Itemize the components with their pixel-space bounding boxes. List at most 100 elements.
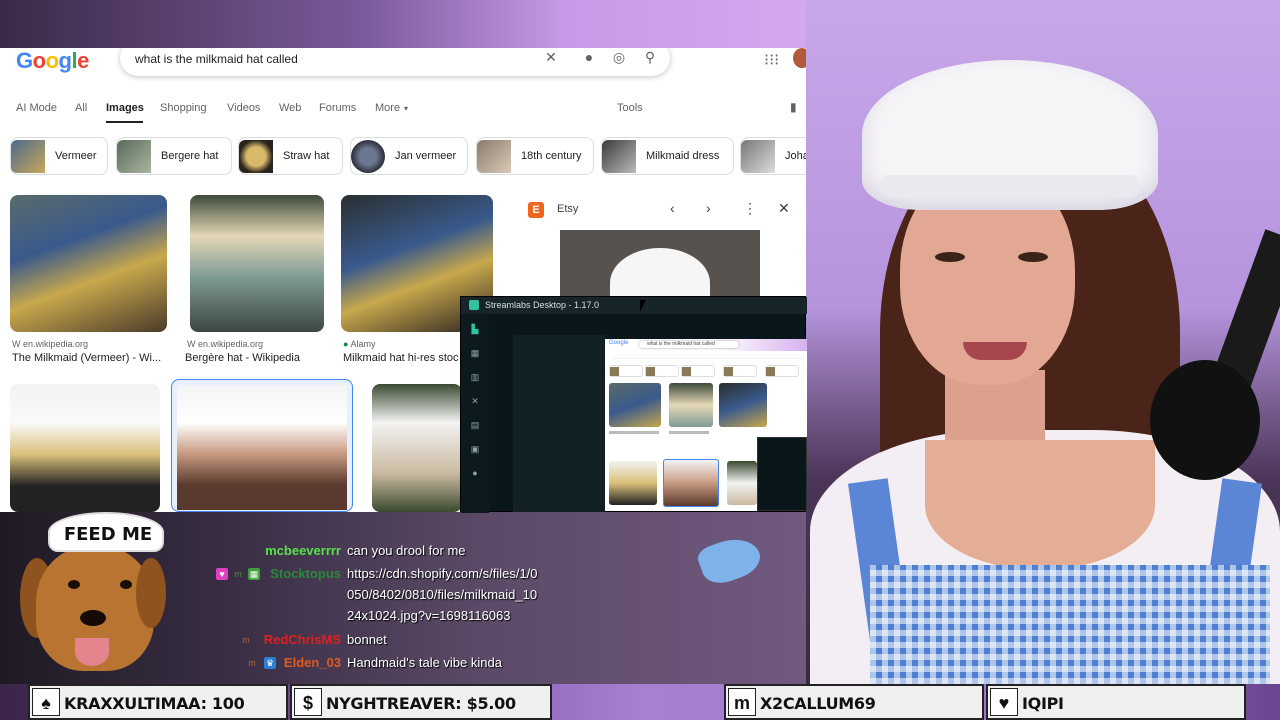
etsy-preview-image[interactable] xyxy=(560,230,760,300)
gingham-dress xyxy=(870,565,1270,684)
google-header: Google what is the milkmaid hat called ✕… xyxy=(0,48,806,90)
chip-18th-century[interactable]: 18th century xyxy=(476,137,594,175)
result-source: W en.wikipedia.org xyxy=(12,339,89,349)
apps-grid-icon[interactable]: ⁝⁝⁝ xyxy=(764,50,779,70)
m-badge-icon: m xyxy=(248,658,256,668)
streamer-chest xyxy=(925,440,1155,570)
tools-icon[interactable]: ✕ xyxy=(469,396,481,406)
chat-message: 050/8402/0810/files/milkmaid_10 xyxy=(200,584,600,606)
chat-text: Handmaid's tale vibe kinda xyxy=(347,655,502,670)
preview-tile xyxy=(609,461,657,505)
chip-bergere-hat[interactable]: Bergere hat xyxy=(116,137,232,175)
preview-chip xyxy=(723,365,757,377)
chat-username: Stocktopus xyxy=(270,566,341,581)
layout-icon[interactable]: ▥ xyxy=(469,372,481,382)
streamlabs-editor-area xyxy=(513,335,605,512)
dog-hat: FEED ME xyxy=(48,512,164,552)
chip-label: Jan vermeer xyxy=(395,150,457,162)
tab-shopping[interactable]: Shopping xyxy=(160,102,207,114)
google-logo[interactable]: Google xyxy=(16,48,89,74)
chip-vermeer[interactable]: Vermeer xyxy=(10,137,108,175)
preview-caption xyxy=(669,431,709,434)
microphone xyxy=(1150,360,1260,480)
result-title[interactable]: Milkmaid hat hi-res stoc xyxy=(343,352,459,364)
chat-text: can you drool for me xyxy=(347,543,466,558)
editor-icon[interactable]: ▙ xyxy=(469,324,481,334)
tab-images[interactable]: Images xyxy=(106,102,144,114)
alert-text: NYGHTREAVER: $5.00 xyxy=(326,694,516,713)
chip-label: Straw hat xyxy=(283,150,330,162)
chip-label: 18th century xyxy=(521,150,582,162)
result-image[interactable] xyxy=(190,195,324,332)
preview-tabs xyxy=(613,353,803,359)
chat-text: 24x1024.jpg?v=1698116063 xyxy=(347,608,511,623)
chip-label: Vermeer xyxy=(55,150,97,162)
next-icon[interactable]: › xyxy=(706,200,711,216)
streamer-mouth xyxy=(963,342,1027,360)
clear-icon[interactable]: ✕ xyxy=(542,49,560,66)
more-options-icon[interactable]: ⋮ xyxy=(743,200,757,217)
etsy-logo-icon: E xyxy=(528,202,544,218)
result-image-bonnet-back[interactable] xyxy=(10,384,160,512)
tab-forums[interactable]: Forums xyxy=(319,102,356,114)
dog-hat-text: FEED ME xyxy=(63,524,153,545)
dog-eye xyxy=(68,580,80,589)
chip-johannes[interactable]: Joha xyxy=(740,137,806,175)
background-strip xyxy=(0,0,806,48)
chip-jan-vermeer[interactable]: Jan vermeer xyxy=(350,137,468,175)
dollar-icon: $ xyxy=(294,688,322,716)
account-avatar[interactable] xyxy=(793,48,806,68)
streamlabs-window: Streamlabs Desktop - 1.17.0 ▙ ▦ ▥ ✕ ▤ ▣ … xyxy=(460,296,807,513)
etsy-source-name[interactable]: Etsy xyxy=(557,203,578,215)
preview-chip xyxy=(609,365,643,377)
themes-icon[interactable]: ▦ xyxy=(469,348,481,358)
chat-message: 24x1024.jpg?v=1698116063 xyxy=(200,605,600,627)
search-icon[interactable]: ⚲ xyxy=(641,49,659,66)
result-image-selected[interactable] xyxy=(171,379,353,512)
chat-username: Elden_03 xyxy=(283,655,341,670)
active-tab-indicator xyxy=(106,121,143,123)
tab-all[interactable]: All xyxy=(75,102,87,114)
search-input[interactable]: what is the milkmaid hat called xyxy=(135,52,298,66)
chat-message: m ♛ Elden_03 Handmaid's tale vibe kinda xyxy=(200,652,600,674)
chip-milkmaid-dress[interactable]: Milkmaid dress xyxy=(601,137,734,175)
dog-nose xyxy=(80,610,106,626)
result-source: W en.wikipedia.org xyxy=(187,339,264,349)
tab-videos[interactable]: Videos xyxy=(227,102,260,114)
chip-straw-hat[interactable]: Straw hat xyxy=(238,137,343,175)
chat-text: bonnet xyxy=(347,632,387,647)
result-title[interactable]: Bergère hat - Wikipedia xyxy=(185,352,300,364)
preview-tile xyxy=(663,459,719,507)
bookmark-icon[interactable]: ▮ xyxy=(790,100,797,114)
studio-mode-icon[interactable]: ▣ xyxy=(469,444,481,454)
result-source: ● Alamy xyxy=(343,339,376,349)
search-box[interactable]: what is the milkmaid hat called ✕ ● ◎ ⚲ xyxy=(120,48,670,76)
tab-web[interactable]: Web xyxy=(279,102,301,114)
streamlabs-logo-icon xyxy=(469,300,479,310)
alert-bar-donation: $ NYGHTREAVER: $5.00 xyxy=(290,684,552,720)
chat-text: 050/8402/0810/files/milkmaid_10 xyxy=(347,587,538,602)
store-icon[interactable]: ▤ xyxy=(469,420,481,430)
chip-thumbnail xyxy=(351,140,385,173)
chip-thumbnail xyxy=(602,140,636,173)
crown-badge-icon: ♛ xyxy=(264,657,276,669)
m-icon: m xyxy=(728,688,756,716)
spade-icon: ♠ xyxy=(32,688,60,716)
previous-icon[interactable]: ‹ xyxy=(670,200,675,216)
tab-more[interactable]: More xyxy=(375,102,400,114)
microphone-icon[interactable]: ● xyxy=(580,49,598,65)
tab-ai-mode[interactable]: AI Mode xyxy=(16,102,57,114)
close-icon[interactable]: ✕ xyxy=(778,200,790,217)
result-image[interactable] xyxy=(10,195,167,332)
lens-icon[interactable]: ◎ xyxy=(610,49,628,66)
tools-button[interactable]: Tools xyxy=(617,102,643,114)
chip-label: Milkmaid dress xyxy=(646,150,720,162)
result-image-bonnet-mannequin[interactable] xyxy=(372,384,462,512)
streamlabs-titlebar[interactable]: Streamlabs Desktop - 1.17.0 xyxy=(461,297,807,314)
preview-caption xyxy=(609,431,659,434)
m-badge-icon: m xyxy=(234,569,242,579)
record-icon[interactable]: ● xyxy=(469,468,481,478)
chat-text: https://cdn.shopify.com/s/files/1/0 xyxy=(347,566,538,581)
preview-tile xyxy=(609,383,661,427)
result-title[interactable]: The Milkmaid (Vermeer) - Wi... xyxy=(12,352,161,364)
